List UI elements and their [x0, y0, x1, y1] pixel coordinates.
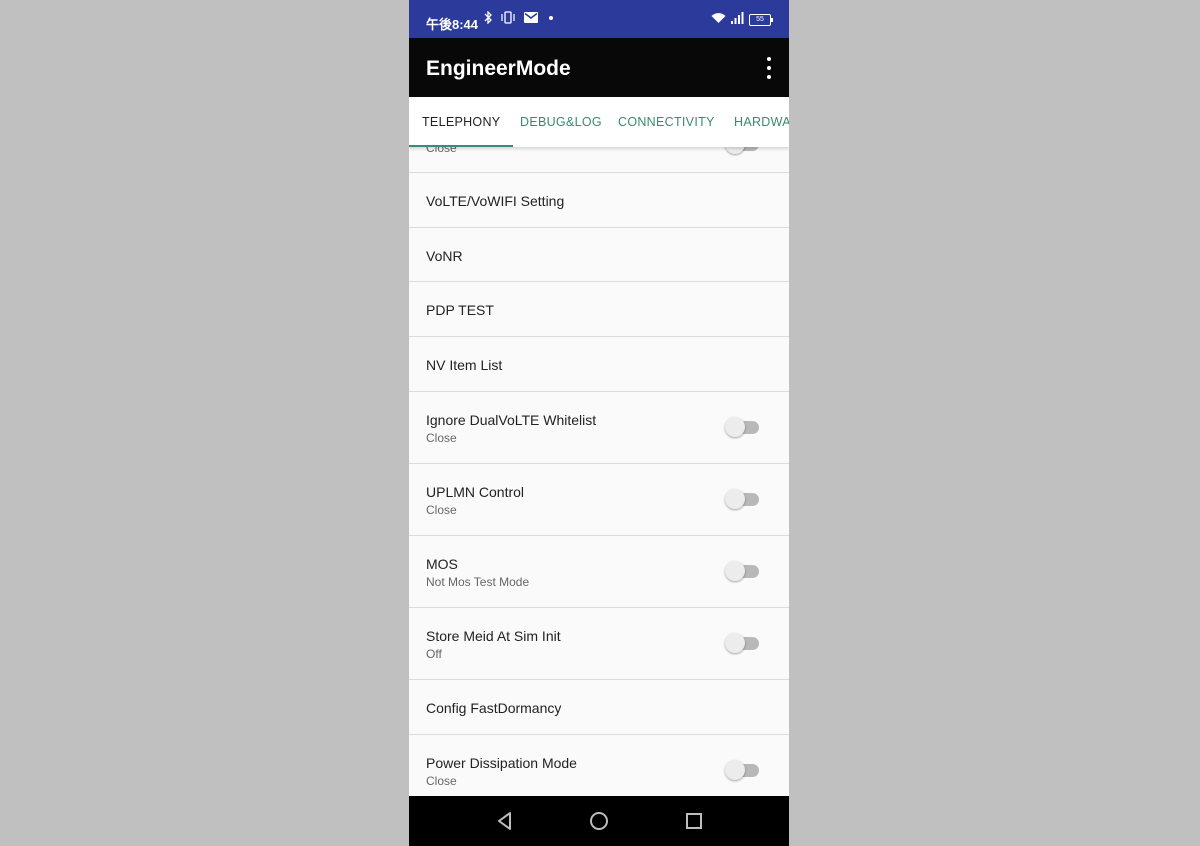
- list-item-title: Ignore DualVoLTE Whitelist: [426, 412, 597, 428]
- toggle-switch[interactable]: [725, 489, 761, 509]
- tab-telephony[interactable]: TELEPHONY: [409, 97, 514, 147]
- list-item-subtitle: Close: [426, 503, 457, 517]
- list-item[interactable]: VoNR: [409, 228, 789, 282]
- list-item-title: UPLMN Control: [426, 484, 525, 500]
- app-title: EngineerMode: [426, 57, 571, 80]
- list-item[interactable]: PDP TEST: [409, 282, 789, 337]
- list-item-subtitle: Close: [426, 774, 457, 788]
- list-item-title: NV Item List: [426, 357, 503, 373]
- toggle-switch[interactable]: [725, 633, 761, 653]
- list-item-title: PDP TEST: [426, 302, 494, 318]
- signal-icon: [731, 12, 744, 27]
- battery-icon: 55: [749, 13, 773, 26]
- tab-connectivity[interactable]: CONNECTIVITY: [618, 97, 715, 147]
- tab-debug-log[interactable]: DEBUG&LOG: [520, 97, 602, 147]
- list-item-subtitle: Not Mos Test Mode: [426, 575, 530, 589]
- tab-bar: TELEPHONY DEBUG&LOG CONNECTIVITY HARDWAR…: [409, 97, 789, 147]
- list-item[interactable]: Ignore DualVoLTE Whitelist Close: [409, 392, 789, 464]
- home-icon[interactable]: [587, 809, 611, 833]
- toggle-switch[interactable]: [725, 561, 761, 581]
- list-item-title: VoLTE/VoWIFI Setting: [426, 193, 565, 209]
- list-item-title: Store Meid At Sim Init: [426, 628, 561, 644]
- list-item-title: VoNR: [426, 248, 463, 264]
- dot-icon: [546, 12, 556, 26]
- navigation-bar: [409, 796, 789, 846]
- back-icon[interactable]: [493, 809, 517, 833]
- tab-hardware[interactable]: HARDWARE: [734, 97, 789, 147]
- vibrate-icon: [500, 11, 516, 27]
- list-item[interactable]: MOS Not Mos Test Mode: [409, 536, 789, 608]
- toggle-switch[interactable]: [725, 760, 761, 780]
- list-item[interactable]: Store Meid At Sim Init Off: [409, 608, 789, 680]
- mail-icon: [524, 12, 538, 26]
- list-item[interactable]: Config FastDormancy: [409, 680, 789, 735]
- phone-screen: 午後8:44 55 EngineerMode TELEPHONY DEBUG&L…: [409, 0, 789, 846]
- more-vert-icon[interactable]: [765, 57, 773, 79]
- list-item-subtitle: Off: [426, 647, 442, 661]
- app-bar: EngineerMode: [409, 38, 789, 97]
- list-item[interactable]: NV Item List: [409, 337, 789, 392]
- recents-icon[interactable]: [682, 809, 706, 833]
- status-bar: 午後8:44 55: [409, 0, 789, 38]
- toggle-switch[interactable]: [725, 417, 761, 437]
- bluetooth-icon: [484, 10, 492, 27]
- wifi-icon: [711, 12, 726, 27]
- list-item-title: Power Dissipation Mode: [426, 755, 577, 771]
- list-item[interactable]: UPLMN Control Close: [409, 464, 789, 536]
- list-item-title: MOS: [426, 556, 458, 572]
- list-item[interactable]: VoLTE/VoWIFI Setting: [409, 173, 789, 228]
- status-time: 午後8:44: [426, 17, 479, 32]
- list-item-subtitle: Close: [426, 431, 457, 445]
- settings-list: Close VoLTE/VoWIFI Setting VoNR PDP TEST…: [409, 120, 789, 806]
- list-item-title: Config FastDormancy: [426, 700, 562, 716]
